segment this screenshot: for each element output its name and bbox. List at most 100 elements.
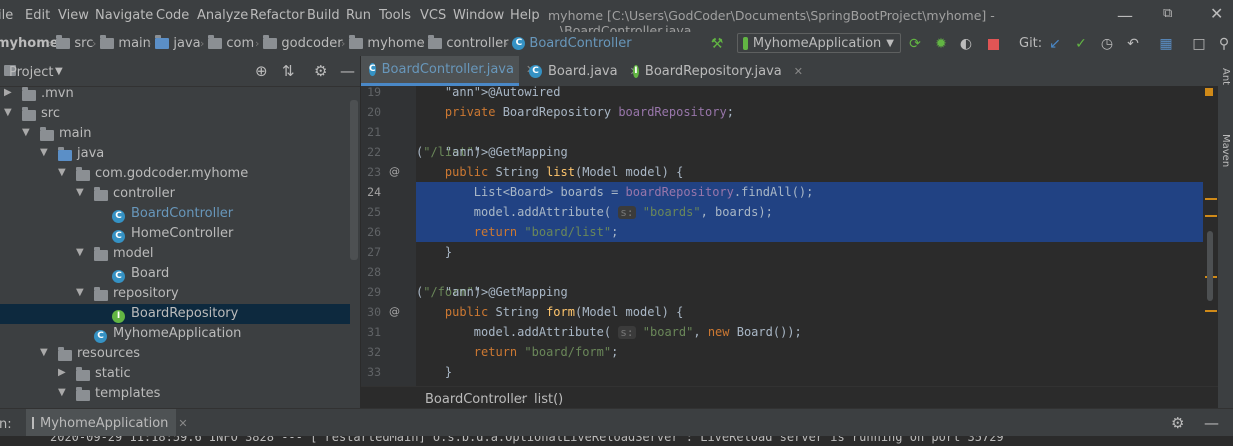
expand-arrow-icon[interactable]: ▼: [58, 387, 66, 398]
code-line[interactable]: "ann">@GetMapping ("/list"): [416, 142, 1218, 162]
git-commit-icon[interactable]: ✓: [1072, 35, 1090, 53]
menu-help[interactable]: Help: [510, 8, 540, 23]
debug-icon[interactable]: ✹: [932, 35, 950, 53]
breadcrumb-controller[interactable]: › controller: [420, 35, 508, 51]
tree-item[interactable]: ▼ templates: [0, 384, 350, 404]
build-hammer-icon[interactable]: ⚒: [708, 35, 726, 53]
run-config-select[interactable]: MyhomeApplication ▼: [737, 33, 901, 53]
menu-analyze[interactable]: Analyze: [197, 8, 248, 23]
menu-window[interactable]: Window: [453, 8, 504, 23]
code-line[interactable]: [416, 122, 1218, 142]
expand-arrow-icon[interactable]: ▼: [22, 127, 30, 138]
menu-edit[interactable]: Edit: [25, 8, 50, 23]
menu-run[interactable]: Run: [346, 8, 371, 23]
breadcrumb-main[interactable]: › main: [92, 35, 151, 51]
hide-panel-icon[interactable]: —: [340, 62, 355, 80]
expand-arrow-icon[interactable]: ▼: [40, 347, 48, 358]
gear-icon[interactable]: ⚙: [1171, 414, 1184, 432]
menu-refactor[interactable]: Refactor: [250, 8, 305, 23]
run-tab-myhome[interactable]: MyhomeApplication ✕: [26, 409, 188, 437]
code-line[interactable]: public String list(Model model) {: [416, 162, 1218, 182]
expand-arrow-icon[interactable]: ▼: [76, 187, 84, 198]
code-line[interactable]: model.addAttribute( s: "boards", boards)…: [416, 202, 1218, 222]
gear-icon[interactable]: ⚙: [314, 62, 327, 80]
breadcrumb-godcoder[interactable]: › godcoder: [255, 35, 343, 51]
code-line[interactable]: return "board/form";: [416, 342, 1218, 362]
editor-scroll-thumb[interactable]: [1207, 231, 1213, 301]
rollback-icon[interactable]: ↶: [1124, 35, 1142, 53]
tree-item[interactable]: C Board: [0, 264, 350, 284]
menu-tools[interactable]: Tools: [379, 8, 411, 23]
code-line[interactable]: }: [416, 242, 1218, 262]
expand-arrow-icon[interactable]: ▼: [58, 167, 66, 178]
code-line[interactable]: return "board/list";: [416, 222, 1218, 242]
coverage-icon[interactable]: ◐: [957, 35, 975, 53]
breadcrumb-method[interactable]: list(): [534, 392, 563, 407]
tree-item[interactable]: ▶ .mvn: [0, 84, 350, 104]
error-stripe-mark[interactable]: [1205, 215, 1217, 217]
menu-build[interactable]: Build: [307, 8, 340, 23]
git-update-icon[interactable]: ↙: [1046, 35, 1064, 53]
close-tab-icon[interactable]: ✕: [794, 65, 803, 78]
menu-code[interactable]: Code: [156, 8, 189, 23]
locate-icon[interactable]: ⊕: [255, 62, 268, 80]
expand-arrow-icon[interactable]: ▼: [4, 107, 12, 118]
collapse-all-icon[interactable]: ⇅: [282, 62, 295, 80]
warning-marker-icon[interactable]: [1205, 88, 1213, 96]
tree-item[interactable]: ▶ static: [0, 364, 350, 384]
menu-vcs[interactable]: VCS: [420, 8, 446, 23]
implementation-icon[interactable]: @: [389, 305, 400, 318]
tree-item[interactable]: ▼ repository: [0, 284, 350, 304]
chevron-down-icon[interactable]: ▼: [55, 66, 63, 77]
code-editor[interactable]: "ann">@Autowired private BoardRepository…: [416, 86, 1218, 386]
error-stripe-mark[interactable]: [1205, 198, 1217, 200]
code-line[interactable]: "ann">@GetMapping ("/form"): [416, 282, 1218, 302]
tree-item[interactable]: ▼ model: [0, 244, 350, 264]
menu-navigate[interactable]: Navigate: [95, 8, 153, 23]
code-line[interactable]: private BoardRepository boardRepository;: [416, 102, 1218, 122]
tree-item[interactable]: I BoardRepository: [0, 304, 350, 324]
stop-icon[interactable]: [984, 35, 1002, 53]
tree-item[interactable]: ▼ com.godcoder.myhome: [0, 164, 350, 184]
breadcrumb-java[interactable]: › java: [147, 35, 201, 51]
expand-arrow-icon[interactable]: ▼: [76, 287, 84, 298]
tree-item[interactable]: ▼ java: [0, 144, 350, 164]
error-stripe-mark[interactable]: [1205, 310, 1217, 312]
breadcrumb-boardcontroller[interactable]: › C BoardController: [504, 36, 632, 51]
ant-tool-button[interactable]: Ant: [1220, 68, 1231, 85]
terminal-icon[interactable]: □: [1190, 35, 1208, 53]
code-line[interactable]: model.addAttribute( s: "board", new Boar…: [416, 322, 1218, 342]
editor-scrollbar[interactable]: [1203, 86, 1218, 386]
tree-item[interactable]: C HomeController: [0, 224, 350, 244]
code-line[interactable]: [416, 262, 1218, 282]
project-view-label[interactable]: Project: [9, 65, 53, 80]
collapse-arrow-icon[interactable]: ▶: [4, 87, 12, 98]
maven-tool-button[interactable]: Maven: [1220, 134, 1231, 167]
code-line[interactable]: public String form(Model model) {: [416, 302, 1218, 322]
minimize-icon[interactable]: —: [1117, 6, 1133, 25]
tree-item[interactable]: C MyhomeApplication: [0, 324, 350, 344]
code-line[interactable]: List<Board> boards = boardRepository.fin…: [416, 182, 1218, 202]
search-icon[interactable]: ⚲: [1215, 35, 1233, 53]
close-window-icon[interactable]: ✕: [1210, 4, 1223, 23]
expand-arrow-icon[interactable]: ▼: [76, 247, 84, 258]
rerun-icon[interactable]: ⟳: [906, 35, 924, 53]
menu-file[interactable]: ile: [0, 8, 13, 23]
hide-panel-icon[interactable]: —: [1204, 414, 1219, 432]
tree-item[interactable]: ▼ src: [0, 104, 350, 124]
project-structure-icon[interactable]: ▦: [1157, 35, 1175, 53]
tree-item[interactable]: ▼ resources: [0, 344, 350, 364]
tree-item[interactable]: ▼ controller: [0, 184, 350, 204]
restore-icon[interactable]: ⧉: [1163, 6, 1172, 21]
collapse-arrow-icon[interactable]: ▶: [58, 367, 66, 378]
menu-view[interactable]: View: [58, 8, 89, 23]
tree-item[interactable]: ▼ main: [0, 124, 350, 144]
breadcrumb-class[interactable]: BoardController: [425, 392, 527, 407]
implementation-icon[interactable]: @: [389, 165, 400, 178]
code-line[interactable]: "ann">@Autowired: [416, 86, 1218, 102]
history-icon[interactable]: ◷: [1098, 35, 1116, 53]
breadcrumb-myhome[interactable]: › myhome: [341, 35, 425, 51]
close-tab-icon[interactable]: ✕: [178, 417, 187, 430]
breadcrumb-com[interactable]: › com: [200, 35, 254, 51]
tab-boardcontroller[interactable]: C BoardController.java ✕: [361, 56, 535, 86]
